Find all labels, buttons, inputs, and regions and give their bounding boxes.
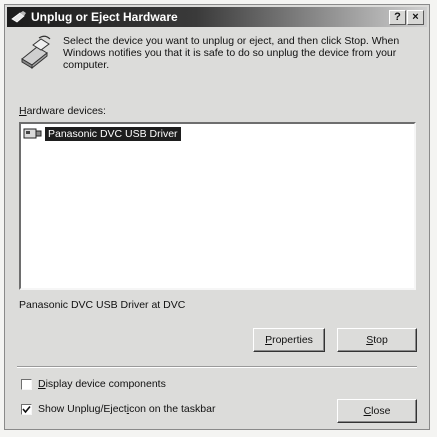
show-icon-checkbox[interactable] — [21, 403, 32, 415]
display-components-label-rest: isplay device components — [45, 378, 166, 390]
show-icon-label-before: Show Unplug/Eject — [38, 403, 127, 415]
eject-hardware-icon — [11, 11, 26, 23]
close-window-button[interactable]: × — [407, 10, 424, 25]
help-button[interactable]: ? — [389, 10, 406, 25]
display-components-checkbox[interactable] — [21, 378, 32, 390]
dialog-window: Unplug or Eject Hardware ? × Select the … — [4, 4, 430, 430]
hardware-devices-label: Hardware devices: — [19, 105, 106, 117]
window-title: Unplug or Eject Hardware — [31, 10, 178, 24]
separator — [17, 366, 417, 368]
usb-device-icon — [23, 128, 42, 139]
properties-button[interactable]: Properties — [253, 328, 325, 352]
list-item[interactable]: Panasonic DVC USB Driver — [23, 126, 181, 141]
stop-label-rest: top — [373, 334, 388, 346]
close-label-rest: lose — [371, 405, 391, 417]
show-icon-option[interactable]: Show Unplug/Eject i con on the taskbar — [21, 403, 215, 415]
show-icon-label-rest: con on the taskbar — [129, 403, 216, 415]
checkmark-icon — [22, 405, 31, 413]
unplug-hardware-icon — [21, 35, 51, 69]
hardware-devices-accel: H — [19, 105, 27, 117]
instructions-text: Select the device you want to unplug or … — [63, 35, 400, 71]
hardware-devices-label-rest: ardware devices: — [26, 105, 106, 117]
device-name: Panasonic DVC USB Driver — [45, 126, 181, 141]
hardware-devices-list[interactable]: Panasonic DVC USB Driver — [19, 122, 416, 290]
properties-label-rest: roperties — [272, 334, 313, 346]
display-components-option[interactable]: Display device components — [21, 378, 166, 390]
close-button[interactable]: Close — [337, 399, 417, 423]
selected-device-status: Panasonic DVC USB Driver at DVC — [19, 299, 186, 311]
display-components-accel: D — [38, 378, 46, 390]
title-bar[interactable]: Unplug or Eject Hardware ? × — [7, 7, 427, 27]
stop-button[interactable]: Stop — [337, 328, 417, 352]
